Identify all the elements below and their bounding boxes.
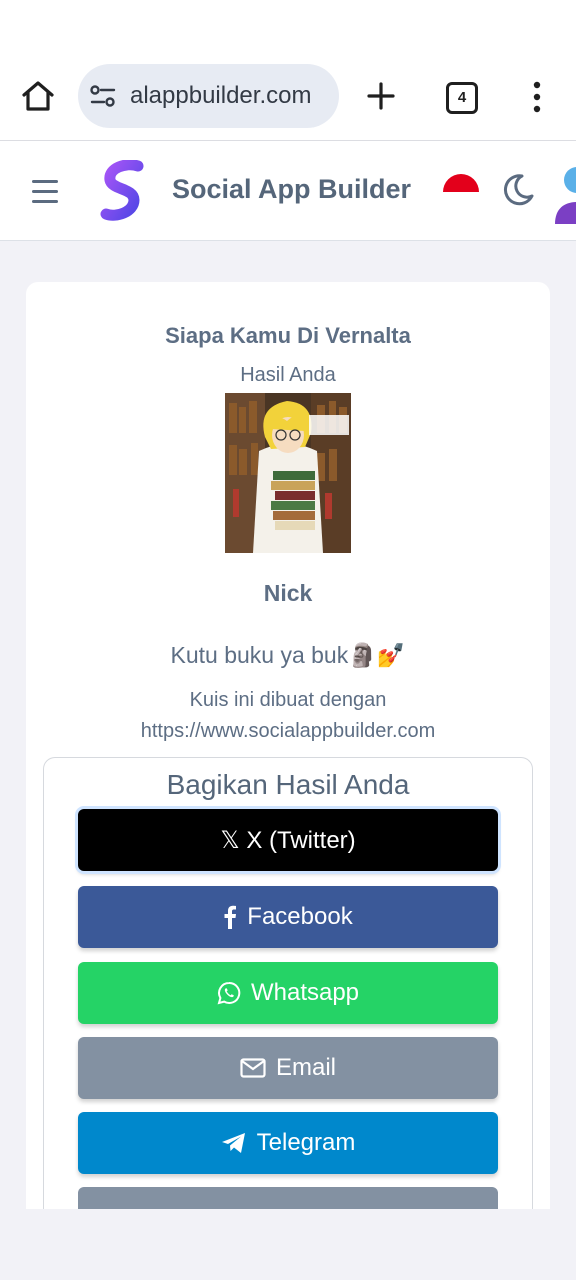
result-name: Nick (263, 580, 313, 606)
dark-mode-icon[interactable] (500, 172, 536, 208)
url-text[interactable]: alappbuilder.com (130, 82, 330, 110)
share-facebook-button[interactable]: Facebook (78, 886, 498, 948)
email-icon (240, 1058, 266, 1078)
made-with-note: Kuis ini dibuat dengan https://www.socia… (0, 685, 576, 747)
share-whatsapp-label: Whatsapp (250, 979, 360, 1006)
whatsapp-icon (217, 981, 241, 1005)
indonesia-flag-icon[interactable] (442, 172, 480, 212)
share-email-button[interactable]: Email (78, 1037, 498, 1099)
share-sms-button[interactable] (78, 1187, 498, 1209)
share-twitter-label: 𝕏 X (Twitter) (220, 826, 356, 854)
browser-toolbar: alappbuilder.com 4 (0, 0, 576, 141)
site-settings-icon[interactable] (90, 84, 116, 108)
quiz-title: Siapa Kamu Di Vernalta (165, 323, 411, 348)
new-tab-icon[interactable] (365, 80, 397, 112)
share-facebook-label: Facebook (247, 903, 353, 930)
menu-icon[interactable] (32, 180, 58, 210)
brand-logo[interactable] (98, 160, 148, 222)
result-description: Kutu buku ya buk🗿💅 (170, 642, 406, 668)
share-email-label: Email (275, 1054, 336, 1081)
home-icon[interactable] (20, 78, 56, 114)
made-with-text: Kuis ini dibuat dengan (189, 689, 387, 711)
address-bar[interactable]: alappbuilder.com (78, 64, 339, 128)
share-title: Bagikan Hasil Anda (166, 769, 410, 800)
brand-name[interactable]: Social App Builder (172, 174, 411, 205)
tab-switcher-icon[interactable]: 4 (446, 82, 478, 114)
result-image (225, 393, 351, 553)
user-avatar[interactable] (555, 162, 576, 224)
share-telegram-button[interactable]: Telegram (78, 1112, 498, 1174)
share-twitter-button[interactable]: 𝕏 X (Twitter) (78, 809, 498, 871)
share-whatsapp-button[interactable]: Whatsapp (78, 962, 498, 1024)
more-menu-icon[interactable] (528, 80, 546, 114)
share-telegram-label: Telegram (256, 1129, 356, 1156)
bottom-gesture-area (0, 1209, 576, 1280)
telegram-icon (221, 1133, 245, 1153)
facebook-icon (224, 905, 237, 929)
result-label: Hasil Anda (240, 364, 336, 386)
made-with-link[interactable]: https://www.socialappbuilder.com (0, 716, 576, 747)
